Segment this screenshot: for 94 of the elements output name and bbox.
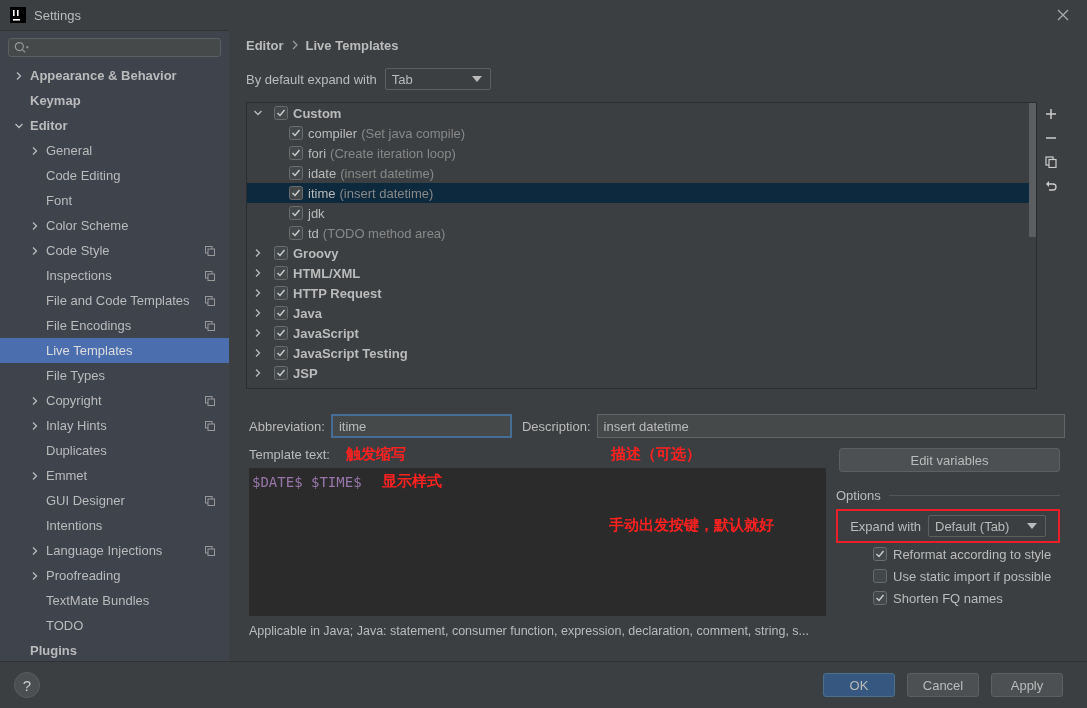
field-label: Description: — [521, 418, 591, 434]
checkbox[interactable] — [274, 246, 288, 260]
template-tree-row[interactable]: compiler (Set java compile) — [247, 123, 1029, 143]
checkbox[interactable] — [289, 226, 303, 240]
undo-icon[interactable] — [1045, 180, 1057, 192]
template-tree-row[interactable]: fori (Create iteration loop) — [247, 143, 1029, 163]
template-tree-row[interactable]: itime (insert datetime) — [247, 183, 1029, 203]
search-field[interactable] — [8, 38, 221, 57]
settings-tree-item[interactable]: Proofreading — [0, 563, 229, 588]
settings-tree-item[interactable]: Code Editing — [0, 163, 229, 188]
annotation-text: 触发缩写 — [345, 444, 406, 464]
checkbox[interactable] — [289, 146, 303, 160]
template-tree-row[interactable]: jdk — [247, 203, 1029, 223]
checkbox[interactable] — [289, 166, 303, 180]
checkbox[interactable] — [873, 569, 887, 583]
settings-tree-item[interactable]: Inspections — [0, 263, 229, 288]
copy-icon[interactable] — [1045, 156, 1057, 168]
app-logo-icon — [10, 7, 26, 23]
expand-with-dropdown[interactable]: Default (Tab) — [928, 515, 1046, 537]
scrollbar-thumb[interactable] — [1029, 103, 1036, 237]
settings-tree-item[interactable]: Language Injections — [0, 538, 229, 563]
template-tree-row[interactable]: Custom — [247, 103, 1029, 123]
checkbox[interactable] — [289, 186, 303, 200]
window-title: Settings — [34, 7, 82, 23]
abbreviation-field[interactable]: itime — [330, 414, 512, 438]
checkbox[interactable] — [274, 286, 288, 300]
template-tree-row[interactable]: HTTP Request — [247, 283, 1029, 303]
settings-tree-item[interactable]: TODO — [0, 613, 229, 638]
settings-tree-item[interactable]: GUI Designer — [0, 488, 229, 513]
checkbox[interactable] — [274, 266, 288, 280]
section-title: Options — [836, 488, 881, 503]
search-icon — [14, 41, 30, 54]
template-tree-row[interactable]: Groovy — [247, 243, 1029, 263]
template-tree-row[interactable]: JavaScript Testing — [247, 343, 1029, 363]
checkbox[interactable] — [274, 346, 288, 360]
annotation-text: 显示样式 — [381, 472, 442, 491]
caret-icon — [1027, 523, 1037, 529]
settings-tree-item[interactable]: Inlay Hints — [0, 413, 229, 438]
dialog-button[interactable]: Cancel — [907, 673, 979, 697]
checkbox[interactable] — [289, 206, 303, 220]
template-tree-row[interactable]: JavaScript — [247, 323, 1029, 343]
breadcrumb-item[interactable]: Editor — [246, 37, 284, 53]
field-label: Abbreviation: — [249, 418, 325, 434]
template-code: $DATE$ $TIME$ — [252, 473, 362, 490]
description-field[interactable]: insert datetime — [596, 414, 1065, 438]
close-icon[interactable] — [1057, 9, 1069, 21]
field-label: Template text: — [249, 446, 330, 462]
checkbox[interactable] — [274, 366, 288, 380]
chevron-icon — [291, 40, 298, 50]
template-tree-row[interactable]: Java — [247, 303, 1029, 323]
settings-tree-item[interactable]: Plugins — [0, 638, 229, 663]
annotation-text: 手动出发按键，默认就好 — [609, 516, 774, 535]
checkbox[interactable] — [289, 126, 303, 140]
checkbox-label: Use static import if possible — [893, 568, 1052, 584]
settings-tree-item[interactable]: Code Style — [0, 238, 229, 263]
template-tree-row[interactable]: td (TODO method area) — [247, 223, 1029, 243]
field-label: By default expand with — [246, 71, 377, 87]
checkbox[interactable] — [274, 326, 288, 340]
field-label: Expand with — [850, 518, 921, 534]
template-tree-row[interactable]: HTML/XML — [247, 263, 1029, 283]
settings-tree-item[interactable]: Live Templates — [0, 338, 229, 363]
edit-variables-button[interactable]: Edit variables — [839, 448, 1060, 472]
annotation-text: 描述（可选） — [610, 444, 701, 464]
add-icon[interactable] — [1045, 108, 1057, 120]
settings-tree-item[interactable]: File Types — [0, 363, 229, 388]
breadcrumb-item: Live Templates — [305, 37, 399, 53]
settings-tree-item[interactable]: TextMate Bundles — [0, 588, 229, 613]
applicable-contexts-text[interactable]: Applicable in Java; Java: statement, consumer function, expression, declaration, comment, string, s... — [246, 624, 826, 638]
dialog-button[interactable]: OK — [823, 673, 895, 697]
settings-tree-item[interactable]: Duplicates — [0, 438, 229, 463]
checkbox[interactable] — [873, 591, 887, 605]
checkbox[interactable] — [274, 106, 288, 120]
checkbox[interactable] — [873, 547, 887, 561]
caret-icon — [471, 76, 482, 82]
help-button[interactable]: ? — [14, 672, 40, 698]
dialog-button[interactable]: Apply — [991, 673, 1063, 697]
settings-tree-item[interactable]: Keymap — [0, 88, 229, 113]
settings-tree-item[interactable]: Intentions — [0, 513, 229, 538]
settings-tree-item[interactable]: General — [0, 138, 229, 163]
checkbox-label: Reformat according to style — [893, 546, 1052, 562]
settings-tree-item[interactable]: Emmet — [0, 463, 229, 488]
template-tree-row[interactable]: idate (insert datetime) — [247, 163, 1029, 183]
settings-tree-item[interactable]: Appearance & Behavior — [0, 63, 229, 88]
checkbox[interactable] — [274, 306, 288, 320]
checkbox-label: Shorten FQ names — [893, 590, 1003, 606]
settings-tree-item[interactable]: Color Scheme — [0, 213, 229, 238]
settings-tree-item[interactable]: Font — [0, 188, 229, 213]
settings-tree-item[interactable]: Editor — [0, 113, 229, 138]
settings-tree-item[interactable]: File and Code Templates — [0, 288, 229, 313]
template-tree-row[interactable]: JSP — [247, 363, 1029, 383]
template-text-editor[interactable]: $DATE$ $TIME$ 显示样式 手动出发按键，默认就好 — [249, 468, 826, 616]
expand-key-dropdown[interactable]: Tab — [384, 68, 491, 90]
settings-tree-item[interactable]: File Encodings — [0, 313, 229, 338]
settings-tree-item[interactable]: Copyright — [0, 388, 229, 413]
